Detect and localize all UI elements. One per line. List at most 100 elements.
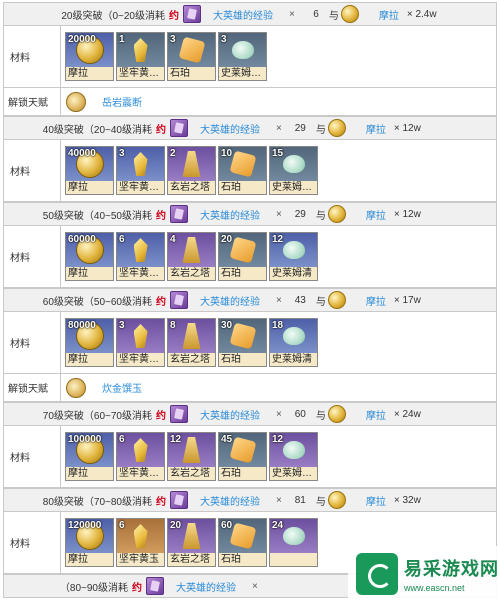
slime-concentrate-icon: [282, 441, 305, 459]
material-card[interactable]: 6 坚牢黄玉: [116, 518, 165, 567]
times-sign: ×: [252, 580, 258, 592]
material-name: 玄岩之塔: [168, 353, 215, 366]
mora-name[interactable]: 摩拉: [379, 7, 399, 22]
mora-amount: × 12w: [393, 208, 421, 220]
watermark-url: www.eascn.net: [404, 583, 465, 593]
material-qty: 6: [119, 434, 125, 445]
exp-book-name[interactable]: 大英雄的经验: [200, 121, 260, 136]
material-qty: 3: [170, 34, 176, 45]
ascension-title: 40级突破（20~40级消耗: [42, 124, 152, 136]
material-card[interactable]: 3 石珀: [167, 32, 216, 81]
mora-name[interactable]: 摩拉: [366, 121, 386, 136]
amber-icon: [229, 236, 256, 264]
slime-condensate-icon: [231, 41, 254, 59]
material-qty: 45: [221, 434, 233, 445]
material-card[interactable]: 6 坚牢黄…: [116, 432, 165, 481]
material-card[interactable]: 20 玄岩之塔: [167, 518, 216, 567]
material-qty: 3: [119, 148, 125, 159]
material-name: 摩拉: [66, 67, 113, 80]
material-card[interactable]: 80000 摩拉: [65, 318, 114, 367]
material-card[interactable]: 24: [269, 518, 318, 567]
exp-book-name[interactable]: 大英雄的经验: [200, 407, 260, 422]
basalt-pillar-icon: [182, 237, 201, 263]
material-name: 石珀: [219, 553, 266, 566]
approx-label: 约: [156, 410, 166, 422]
material-card[interactable]: 3 坚牢黄…: [116, 146, 165, 195]
mora-name[interactable]: 摩拉: [366, 493, 386, 508]
material-qty: 80000: [68, 320, 96, 331]
amber-icon: [229, 322, 256, 350]
mora-name[interactable]: 摩拉: [366, 207, 386, 222]
material-card[interactable]: 12 玄岩之塔: [167, 432, 216, 481]
heros-wit-icon: [170, 205, 188, 223]
slime-concentrate-icon: [282, 527, 305, 545]
exp-book-name[interactable]: 大英雄的经验: [176, 579, 236, 594]
material-name: 玄岩之塔: [168, 181, 215, 194]
heros-wit-icon: [170, 491, 188, 509]
material-qty: 12: [272, 434, 284, 445]
exp-book-name[interactable]: 大英雄的经验: [213, 7, 273, 22]
material-card[interactable]: 12 史莱姆清: [269, 232, 318, 281]
material-name: 石珀: [168, 67, 215, 80]
mora-name[interactable]: 摩拉: [366, 407, 386, 422]
material-name: 坚牢黄…: [117, 353, 164, 366]
material-card[interactable]: 60 石珀: [218, 518, 267, 567]
material-qty: 2: [170, 148, 176, 159]
material-card[interactable]: 2 玄岩之塔: [167, 146, 216, 195]
material-card[interactable]: 6 坚牢黄…: [116, 232, 165, 281]
material-row: 材料 60000 摩拉 6 坚牢黄… 4 玄岩之塔 20 石珀 12 史莱姆清: [4, 226, 496, 288]
exp-count: 29: [294, 122, 306, 134]
material-card[interactable]: 8 玄岩之塔: [167, 318, 216, 367]
material-card[interactable]: 10 石珀: [218, 146, 267, 195]
material-qty: 18: [272, 320, 284, 331]
approx-label: 约: [156, 296, 166, 308]
mora-amount: × 17w: [393, 294, 421, 306]
slime-secretions-icon: [282, 241, 305, 259]
material-card[interactable]: 3 史莱姆…: [218, 32, 267, 81]
material-qty: 1: [119, 34, 125, 45]
material-qty: 24: [272, 520, 284, 531]
material-qty: 15: [272, 148, 284, 159]
topaz-fragment-icon: [133, 238, 148, 262]
material-card[interactable]: 18 史莱姆清: [269, 318, 318, 367]
material-qty: 10: [221, 148, 233, 159]
material-card[interactable]: 15 史莱姆…: [269, 146, 318, 195]
material-card[interactable]: 12 史莱姆…: [269, 432, 318, 481]
ascension-title: 50级突破（40~50级消耗: [42, 210, 152, 222]
exp-book-name[interactable]: 大英雄的经验: [200, 293, 260, 308]
material-card[interactable]: 4 玄岩之塔: [167, 232, 216, 281]
material-card[interactable]: 3 坚牢黄…: [116, 318, 165, 367]
material-card[interactable]: 20000 摩拉: [65, 32, 114, 81]
material-name: 史莱姆清: [270, 267, 317, 280]
talent-name[interactable]: 炊金馔玉: [102, 380, 142, 395]
exp-book-name[interactable]: 大英雄的经验: [200, 493, 260, 508]
basalt-pillar-icon: [182, 437, 201, 463]
basalt-pillar-icon: [182, 151, 201, 177]
material-name: 摩拉: [66, 267, 113, 280]
mora-name[interactable]: 摩拉: [366, 293, 386, 308]
material-card[interactable]: 45 石珀: [218, 432, 267, 481]
exp-count: 6: [313, 8, 319, 20]
approx-label: 约: [156, 124, 166, 136]
exp-count: 43: [294, 294, 306, 306]
material-qty: 60: [221, 520, 233, 531]
material-card[interactable]: 1 坚牢黄…: [116, 32, 165, 81]
times-sign: ×: [276, 294, 282, 306]
material-label: 材料: [4, 226, 61, 287]
exp-book-name[interactable]: 大英雄的经验: [200, 207, 260, 222]
material-qty: 20: [170, 520, 182, 531]
mora-coin-icon: [327, 119, 346, 137]
material-name: 史莱姆清: [270, 353, 317, 366]
material-name: 石珀: [219, 467, 266, 480]
material-card[interactable]: 20 石珀: [218, 232, 267, 281]
material-card[interactable]: 30 石珀: [218, 318, 267, 367]
material-name: 石珀: [219, 181, 266, 194]
material-card[interactable]: 40000 摩拉: [65, 146, 114, 195]
talent-icon: [66, 91, 86, 112]
material-card[interactable]: 100000 摩拉: [65, 432, 114, 481]
material-label: 材料: [4, 426, 61, 487]
material-card[interactable]: 120000 摩拉: [65, 518, 114, 567]
and-label: 与: [315, 410, 326, 422]
talent-name[interactable]: 岳岩震断: [102, 94, 142, 109]
material-card[interactable]: 60000 摩拉: [65, 232, 114, 281]
